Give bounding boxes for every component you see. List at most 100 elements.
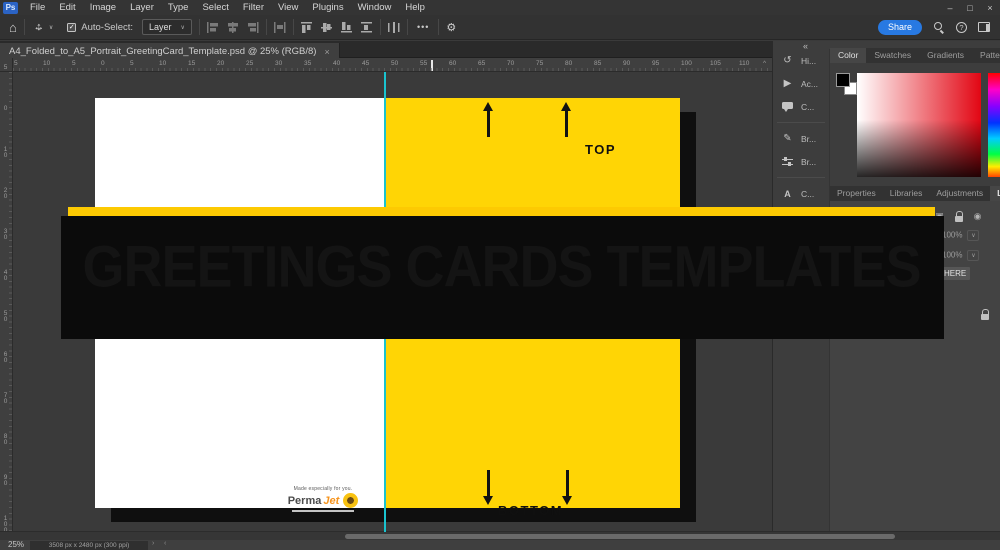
color-panel-tabs: ColorSwatchesGradientsPatterns (830, 48, 1000, 63)
ruler-tick: 85 (594, 60, 601, 67)
move-tool-caret-icon[interactable]: ∨ (49, 24, 53, 31)
chevron-down-icon: ∨ (181, 24, 185, 31)
ruler-tick: 70 (507, 60, 514, 67)
status-chevron-icon[interactable]: › (152, 540, 154, 547)
align-top-edges-icon[interactable] (301, 22, 313, 33)
align-right-edges-icon[interactable] (247, 22, 259, 33)
menu-item[interactable]: Layer (123, 0, 161, 15)
menu-item[interactable]: Filter (236, 0, 271, 15)
menu-item[interactable]: File (23, 0, 52, 15)
move-tool-icon[interactable]: ↔↕ (32, 20, 46, 34)
tab[interactable]: Properties (830, 186, 883, 201)
title-bar: Ps FileEditImageLayerTypeSelectFilterVie… (0, 0, 1000, 15)
distribute-horizontal-icon[interactable] (274, 22, 286, 33)
align-left-edges-icon[interactable] (207, 22, 219, 33)
align-bottom-edges-icon[interactable] (341, 22, 353, 33)
greetings-cards-templates-banner: GREETINGS CARDS TEMPLATES (68, 207, 935, 326)
actions-label: Ac... (801, 79, 818, 89)
ruler-tick: 10 (159, 60, 166, 67)
up-arrow-icon (487, 110, 490, 137)
foreground-color-swatch[interactable] (836, 73, 850, 87)
ruler-cursor-indicator (431, 60, 433, 71)
tab[interactable]: Libraries (883, 186, 930, 201)
ruler-tick: 20 (2, 187, 9, 199)
panel-button-brush-settings[interactable]: ✎Br... (773, 127, 829, 150)
panel-button-history[interactable]: ↺ Hi... (773, 49, 829, 72)
menu-item[interactable]: Type (161, 0, 196, 15)
menu-item[interactable]: Plugins (305, 0, 350, 15)
opacity-value: 100% (942, 231, 962, 240)
horizontal-scrollbar[interactable] (0, 531, 1000, 540)
pin-filter-icon[interactable]: ◉ (972, 211, 983, 222)
ruler-collapse-caret: ^ (763, 60, 766, 67)
color-panel: ColorSwatchesGradientsPatterns (830, 48, 1000, 186)
menu-item[interactable]: Help (398, 0, 432, 15)
ruler-tick: 90 (2, 474, 9, 486)
align-vertical-centers-icon[interactable] (321, 22, 333, 33)
panel-button-character[interactable]: AC... (773, 182, 829, 205)
home-icon[interactable]: ⌂ (9, 21, 17, 34)
gear-icon[interactable]: ⚙ (446, 21, 456, 34)
search-icon[interactable] (933, 21, 945, 33)
ruler-tick: 0 (2, 105, 9, 111)
down-arrow-icon (566, 470, 569, 497)
auto-select-checkbox[interactable]: ✓ (67, 23, 76, 32)
menu-item[interactable]: Window (351, 0, 399, 15)
close-tab-icon[interactable]: × (324, 47, 329, 57)
character-label: C... (801, 189, 814, 199)
brushes-icon (781, 157, 794, 166)
ruler-tick: 40 (333, 60, 340, 67)
menu-item[interactable]: Select (195, 0, 235, 15)
history-label: Hi... (801, 56, 816, 66)
workspace-icon[interactable] (978, 22, 990, 32)
sunflower-icon (343, 493, 358, 508)
zoom-level-field[interactable]: 25% (8, 540, 24, 549)
menu-item[interactable]: Edit (52, 0, 82, 15)
close-button[interactable]: × (980, 1, 1000, 15)
panel-button-comments[interactable]: C... (773, 95, 829, 118)
ruler-tick: 65 (478, 60, 485, 67)
tab[interactable]: Adjustments (929, 186, 990, 201)
panel-button-actions[interactable]: ▶Ac... (773, 72, 829, 95)
ruler-tick: 25 (246, 60, 253, 67)
distribute-spacing-icon[interactable] (388, 22, 400, 33)
menu-item[interactable]: View (271, 0, 305, 15)
divider (407, 19, 408, 35)
brushes-label: Br... (801, 157, 816, 167)
tab[interactable]: Swatches (866, 48, 919, 63)
chevron-down-icon[interactable]: ∨ (967, 230, 979, 241)
share-button[interactable]: Share (878, 20, 922, 35)
hue-slider[interactable] (988, 73, 1000, 177)
align-horizontal-centers-icon[interactable] (227, 22, 239, 33)
maximize-button[interactable]: □ (960, 1, 980, 15)
menu-item[interactable]: Image (83, 0, 123, 15)
distribute-vertical-icon[interactable] (361, 22, 373, 33)
lock-icon[interactable] (954, 211, 963, 222)
ruler-tick: 50 (391, 60, 398, 67)
tab[interactable]: Gradients (919, 48, 972, 63)
panel-button-brushes[interactable]: Br... (773, 150, 829, 173)
more-options-icon[interactable]: ••• (417, 22, 429, 32)
ruler-tick: 10 (43, 60, 50, 67)
tab[interactable]: Patterns (972, 48, 1000, 63)
chevron-down-icon[interactable]: ∨ (967, 250, 979, 261)
brush-settings-label: Br... (801, 134, 816, 144)
history-icon: ↺ (781, 55, 794, 66)
fill-field[interactable]: 100%∨ (942, 250, 979, 261)
vertical-ruler: 50102030405060708090100 (0, 72, 13, 532)
ruler-tick: 80 (565, 60, 572, 67)
scrollbar-thumb[interactable] (345, 534, 895, 539)
logo-made-text: Made especially for you. (263, 486, 383, 492)
status-chevron-icon[interactable]: ‹ (164, 540, 166, 547)
minimize-button[interactable]: – (940, 1, 960, 15)
auto-select-target-dropdown[interactable]: Layer ∨ (142, 19, 192, 35)
status-bar: 25% 3508 px x 2480 px (300 ppi) › ‹ (0, 540, 1000, 550)
help-icon[interactable]: ? (956, 22, 967, 33)
banner-text: GREETINGS CARDS TEMPLATES (82, 233, 920, 300)
tab[interactable]: Color (830, 48, 866, 63)
ruler-tick: 90 (623, 60, 630, 67)
tab[interactable]: Layers (990, 186, 1000, 201)
layer-name-fragment[interactable]: HERE (940, 267, 970, 280)
opacity-field[interactable]: 100% ∨ (942, 230, 979, 241)
color-spectrum-field[interactable] (857, 73, 981, 177)
